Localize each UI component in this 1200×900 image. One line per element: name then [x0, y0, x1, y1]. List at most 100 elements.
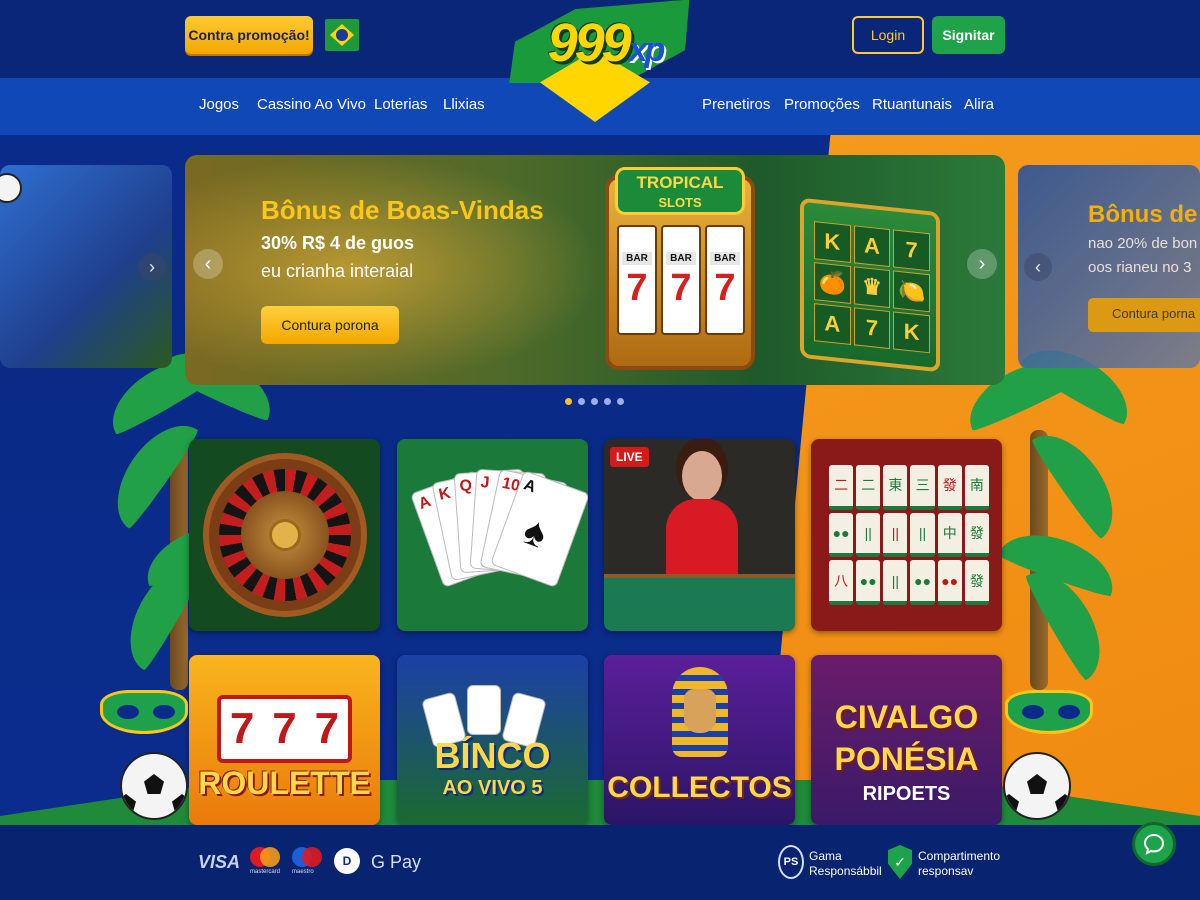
mahjong-tile: ●● [856, 560, 881, 605]
logo-text: 999xp [547, 13, 666, 73]
side-banner-line1: nao 20% de bon [1088, 235, 1198, 252]
bingo-sublabel: AO VIVO 5 [442, 777, 543, 799]
reel: BAR 7 [661, 225, 701, 335]
visa-icon: VISA [198, 852, 241, 872]
tropical-slots-sign: TROPICAL SLOTS [615, 167, 745, 215]
hero-subtitle-line2: eu crianha interaial [261, 261, 414, 281]
mahjong-tile: 發 [937, 465, 962, 510]
soccer-ball-left-icon [120, 752, 188, 820]
login-button[interactable]: Login [852, 16, 924, 54]
slot-symbol: 7 [853, 307, 891, 350]
soccer-ball-icon [0, 173, 22, 203]
maestro-icon: maestro [292, 847, 322, 877]
mahjong-tile: ●● [937, 560, 962, 605]
carousel-dots [565, 398, 624, 405]
dealer-body [666, 499, 738, 579]
mahjong-tile: 三 [910, 465, 935, 510]
hero-banner[interactable]: Bônus de Boas-Vindas 30% R$ 4 de guos eu… [185, 155, 1005, 385]
ripoets-label: RIPOETS [862, 783, 951, 805]
slot2-grid: K A 7 🍊 ♛ 🍋 A 7 K [814, 221, 930, 354]
mahjong-tile: 二 [856, 465, 881, 510]
second-slot-machine: K A 7 🍊 ♛ 🍋 A 7 K [800, 197, 940, 373]
mahjong-tile: ●● [910, 560, 935, 605]
carousel-dot[interactable] [591, 398, 598, 405]
nav-item-loterias[interactable]: Loterias [374, 96, 427, 113]
promo-button[interactable]: Contra promoção! [185, 16, 313, 54]
carousel-dot[interactable] [578, 398, 585, 405]
hero-subtitle-line1: 30% R$ 4 de guos [261, 233, 415, 253]
carousel-dot[interactable] [617, 398, 624, 405]
mahjong-tile: 中 [937, 512, 962, 558]
reel: BAR 7 [617, 225, 657, 335]
side-banner-title: Bônus de B [1088, 201, 1200, 228]
game-tile-roulette-slot[interactable]: 777 ROULETTE [189, 655, 380, 825]
game-tile-live-dealer[interactable]: LIVE [604, 439, 795, 631]
mahjong-tile: ●● [829, 512, 854, 558]
slot-symbol: 🍋 [893, 270, 930, 313]
mahjong-tile: 東 [883, 465, 908, 510]
mahjong-tile: || [910, 512, 935, 558]
slot-symbol: A [853, 225, 891, 268]
slot-symbol: 7 [893, 229, 930, 272]
dealer-head [682, 451, 722, 501]
bingo-cards-illustration [421, 675, 557, 749]
carousel-dot[interactable] [604, 398, 611, 405]
slot-symbol: ♛ [853, 266, 891, 309]
mahjong-tile: 南 [964, 465, 989, 510]
slot-symbol: K [814, 221, 851, 263]
spade-icon: ♠ [517, 508, 553, 557]
carnival-mask-left-icon [100, 690, 188, 734]
hero-cta-button[interactable]: Contura porona [261, 306, 399, 344]
table-felt [604, 574, 795, 631]
pharaoh-icon [672, 667, 728, 757]
side-left-chevron-icon[interactable]: › [138, 253, 166, 281]
game-tile-cards[interactable]: A K Q J 10 A ♠ [397, 439, 588, 631]
mahjong-tile: 發 [964, 512, 989, 558]
reel-symbol: 7 [272, 704, 297, 753]
game-tile-bingo[interactable]: BÍNCO AO VIVO 5 [397, 655, 588, 825]
slot-symbol: A [814, 303, 851, 345]
nav-item-promocoes[interactable]: Promoções [784, 96, 860, 113]
responsible-gaming-text[interactable]: Gama Responsábbil [809, 849, 882, 879]
carousel-dot[interactable] [565, 398, 572, 405]
game-tile-civalgo[interactable]: CIVALGO PONÉSIA RIPOETS [811, 655, 1002, 825]
mahjong-tile: 發 [964, 560, 989, 605]
live-badge: LIVE [610, 447, 649, 467]
side-right-chevron-icon[interactable]: ‹ [1024, 253, 1052, 281]
shield-check-icon: ✓ [888, 845, 912, 879]
brazil-flag-icon[interactable] [325, 19, 359, 51]
game-tile-mahjong[interactable]: 二二東三發南 ●● || || || 中發八 ●● || ●● ●● 發 [811, 439, 1002, 631]
slot-symbol: K [893, 311, 930, 354]
responsible-behavior-text[interactable]: Compartimento responsav [918, 849, 1008, 879]
nav-item-cassino-ao-vivo[interactable]: Cassino Ao Vivo [257, 96, 366, 113]
ponesia-label: PONÉSIA [834, 741, 979, 777]
roulette-label: ROULETTE [198, 765, 371, 801]
responsible-gaming-icon: PS [778, 845, 804, 879]
nav-item-rtuantunais[interactable]: Rtuantunais [872, 96, 952, 113]
google-pay-icon: G Pay [371, 852, 422, 872]
slot-symbol: 🍊 [814, 262, 851, 304]
chat-icon[interactable] [1132, 822, 1176, 866]
roulette-wheel-icon [203, 453, 367, 617]
game-tile-roulette-wheel[interactable] [189, 439, 380, 631]
collectos-label: COLLECTOS [607, 771, 792, 804]
signup-button[interactable]: Signitar [932, 16, 1005, 54]
mahjong-tile: || [883, 512, 908, 558]
hero-prev-chevron-icon[interactable]: ‹ [193, 249, 223, 279]
reel: BAR 7 [705, 225, 745, 335]
nav-item-jogos[interactable]: Jogos [199, 96, 239, 113]
mahjong-tile: 二 [829, 465, 854, 510]
carnival-mask-right-icon [1005, 690, 1093, 734]
reel-symbol: 7 [314, 704, 340, 753]
mahjong-grid: 二二東三發南 ●● || || || 中發八 ●● || ●● ●● 發 [829, 465, 989, 605]
diners-club-icon: D [334, 848, 360, 874]
game-tile-collectos[interactable]: COLLECTOS [604, 655, 795, 825]
nav-item-alira[interactable]: Alira [964, 96, 994, 113]
hero-next-chevron-icon[interactable]: › [967, 249, 997, 279]
nav-item-prenetiros[interactable]: Prenetiros [702, 96, 770, 113]
side-banner-cta-button[interactable]: Contura porna [1088, 298, 1200, 332]
site-logo[interactable]: 999xp [505, 0, 695, 125]
nav-item-llixias[interactable]: Llixias [443, 96, 485, 113]
slot-reels: BAR 7 BAR 7 BAR 7 [617, 225, 745, 335]
reel-symbol: 7 [229, 704, 255, 753]
